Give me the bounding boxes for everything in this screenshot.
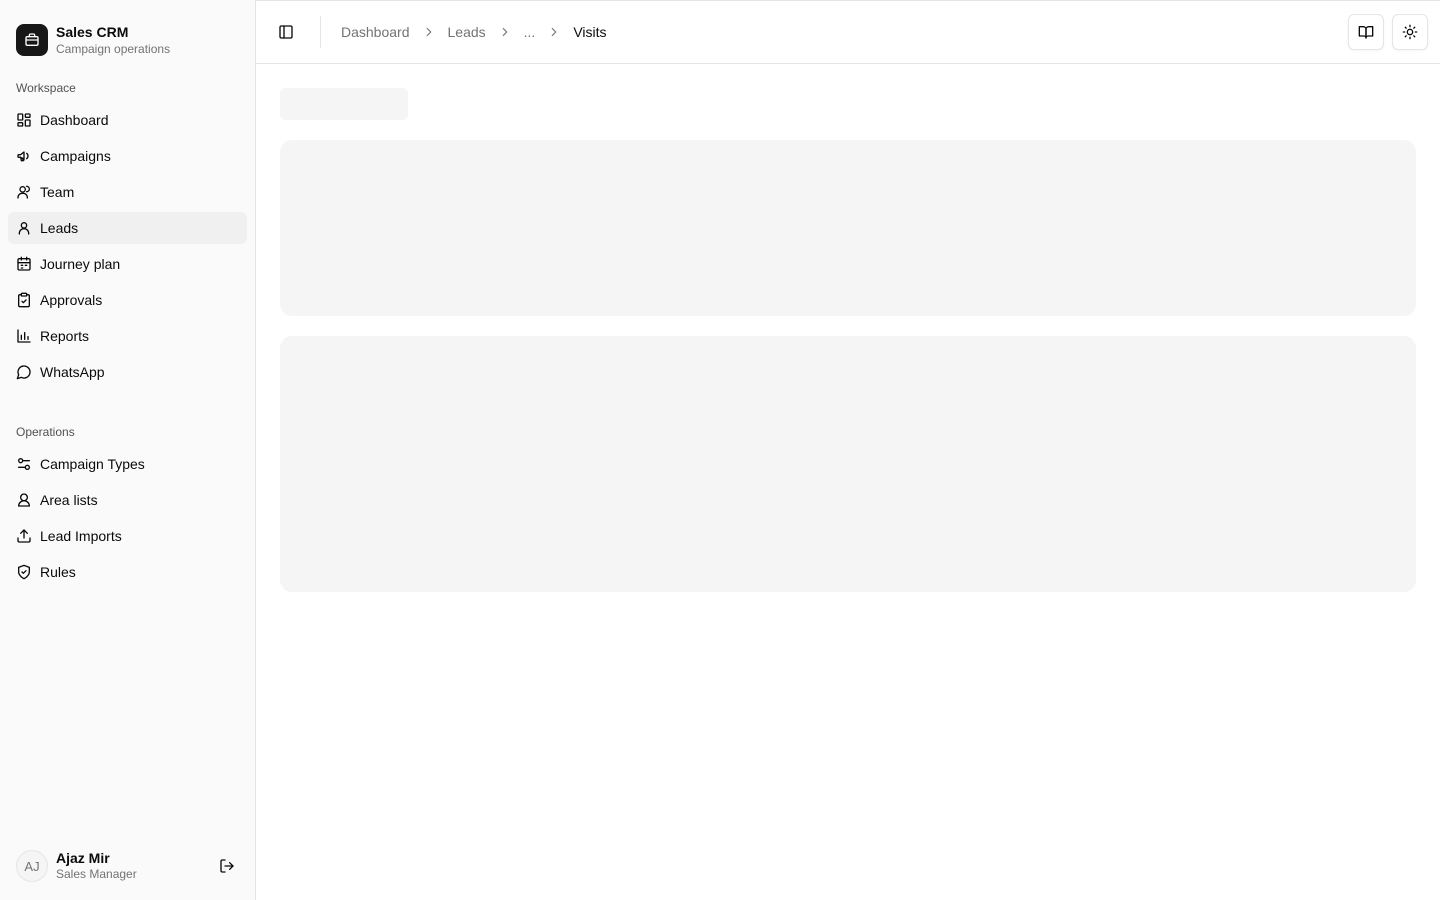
sidebar: Sales CRM Campaign operations Workspace …: [0, 0, 255, 900]
topbar-divider: [320, 16, 321, 48]
sidebar-item-label: Campaigns: [40, 148, 111, 164]
chevron-right-icon: [422, 25, 436, 39]
sliders-icon: [17, 458, 30, 470]
brand-title: Sales CRM: [56, 23, 129, 40]
skeleton-title: [280, 88, 408, 120]
sidebar-item-label: Area lists: [40, 492, 98, 508]
dashboard-icon: [17, 113, 31, 127]
nav-group-operations: Operations Campaign Types Area lists Lea…: [0, 408, 255, 592]
briefcase-icon: [16, 24, 48, 56]
skeleton-card: [280, 140, 1416, 316]
sidebar-item-journey-plan[interactable]: Journey plan: [8, 248, 247, 280]
sidebar-item-label: Approvals: [40, 292, 103, 308]
sidebar-toggle-button[interactable]: [272, 18, 300, 46]
bar-chart-icon: [17, 329, 31, 343]
panel-left-icon: [279, 25, 293, 39]
docs-button[interactable]: [1348, 14, 1384, 50]
calendar-icon: [17, 256, 31, 271]
theme-toggle-button[interactable]: [1392, 14, 1428, 50]
sidebar-item-leads[interactable]: Leads: [8, 212, 247, 244]
clipboard-check-icon: [18, 292, 30, 308]
sidebar-item-label: Rules: [40, 564, 76, 580]
logout-icon: [220, 859, 234, 873]
breadcrumb-visits: Visits: [573, 24, 607, 40]
user-name: Ajaz Mir: [56, 850, 110, 867]
users-icon: [17, 185, 30, 199]
sidebar-item-area-lists[interactable]: Area lists: [8, 484, 247, 516]
sidebar-item-campaigns[interactable]: Campaigns: [8, 140, 247, 172]
sidebar-item-label: Campaign Types: [40, 456, 145, 472]
sun-icon: [1402, 24, 1418, 40]
breadcrumb-ellipsis[interactable]: ...: [524, 24, 536, 40]
sidebar-item-lead-imports[interactable]: Lead Imports: [8, 520, 247, 552]
user-icon: [18, 222, 30, 235]
sidebar-item-team[interactable]: Team: [8, 176, 247, 208]
megaphone-icon: [17, 151, 29, 162]
sidebar-item-label: Journey plan: [40, 256, 121, 272]
sidebar-item-label: WhatsApp: [40, 364, 105, 380]
breadcrumb-dashboard[interactable]: Dashboard: [341, 24, 410, 40]
brand-subtitle: Campaign operations: [56, 41, 171, 56]
topbar: Dashboard Leads ... Visits: [256, 1, 1440, 64]
sidebar-item-label: Reports: [40, 328, 90, 344]
content-area: [256, 64, 1440, 616]
chevron-right-icon: [547, 25, 561, 39]
book-open-icon: [1358, 26, 1374, 39]
sidebar-item-approvals[interactable]: Approvals: [8, 284, 247, 316]
sidebar-item-label: Dashboard: [40, 112, 109, 128]
upload-icon: [17, 529, 31, 543]
user-role: Sales Manager: [56, 867, 137, 882]
group-label-workspace: Workspace: [16, 81, 76, 95]
sidebar-item-whatsapp[interactable]: WhatsApp: [8, 356, 247, 388]
sidebar-item-reports[interactable]: Reports: [8, 320, 247, 352]
sidebar-item-dashboard[interactable]: Dashboard: [8, 104, 247, 136]
user-profile[interactable]: AJ Ajaz Mir Sales Manager: [16, 848, 239, 884]
main-panel: Dashboard Leads ... Visits: [255, 0, 1440, 900]
breadcrumb: Dashboard Leads ... Visits: [341, 24, 607, 40]
chevron-right-icon: [498, 25, 512, 39]
sidebar-item-label: Leads: [40, 220, 79, 236]
logout-button[interactable]: [215, 854, 239, 878]
sidebar-item-label: Team: [40, 184, 75, 200]
sidebar-item-label: Lead Imports: [40, 528, 122, 544]
breadcrumb-leads[interactable]: Leads: [448, 24, 486, 40]
sidebar-item-campaign-types[interactable]: Campaign Types: [8, 448, 247, 480]
message-circle-icon: [16, 365, 31, 380]
map-user-icon: [18, 493, 30, 507]
avatar: AJ: [16, 850, 48, 882]
group-label-operations: Operations: [16, 425, 75, 439]
shield-check-icon: [18, 564, 30, 580]
brand[interactable]: Sales CRM Campaign operations: [0, 0, 255, 64]
sidebar-item-rules[interactable]: Rules: [8, 556, 247, 588]
skeleton-card: [280, 336, 1416, 592]
nav-group-workspace: Workspace Dashboard Campaigns Team Leads…: [0, 64, 255, 392]
